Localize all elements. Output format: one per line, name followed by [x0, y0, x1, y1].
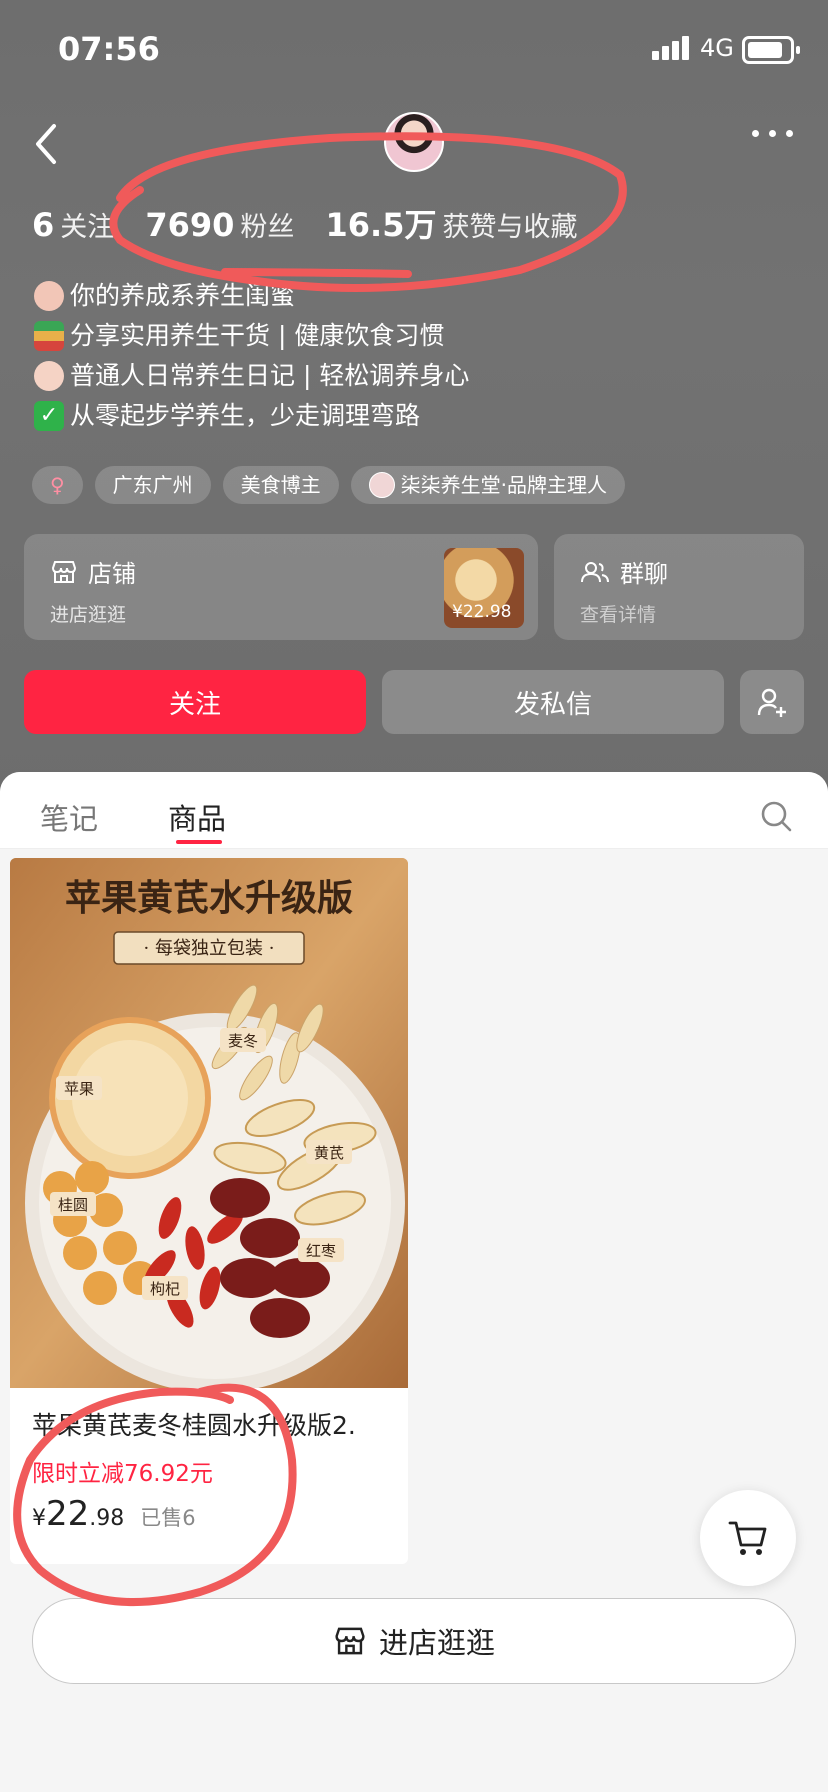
bunny-ears-emoji-icon: [34, 361, 64, 391]
back-icon[interactable]: [30, 120, 70, 168]
category-tag: 美食博主: [222, 466, 339, 504]
ingredient-label: 苹果: [64, 1080, 94, 1098]
checkmark-emoji-icon: ✓: [34, 401, 64, 431]
more-icon[interactable]: [752, 128, 794, 140]
status-bar: 07:56 4G: [0, 0, 828, 100]
store-icon: [51, 560, 77, 583]
ingredient-label: 枸杞: [150, 1280, 180, 1298]
group-card-title: 群聊: [580, 554, 668, 589]
store-icon: [335, 1627, 365, 1655]
brand-tag[interactable]: 柒柒养生堂·品牌主理人: [350, 466, 626, 504]
ingredient-label: 红枣: [306, 1242, 336, 1260]
stat-followers[interactable]: 7690 粉丝: [145, 205, 294, 244]
tab-indicator: [176, 840, 222, 844]
search-icon[interactable]: [760, 800, 792, 832]
profile-bio: 你的养成系养生闺蜜 分享实用养生干货 | 健康饮食习惯 普通人日常养生日记 | …: [34, 276, 469, 436]
shop-card-title: 店铺: [50, 554, 136, 589]
books-emoji-icon: [34, 321, 64, 351]
add-friend-button[interactable]: [740, 670, 804, 734]
shop-thumbnail: ¥22.98: [444, 548, 524, 628]
avatar[interactable]: [384, 112, 444, 172]
bio-line: ✓ 从零起步学养生，少走调理弯路: [34, 396, 469, 436]
tab-bar: 笔记 商品: [0, 772, 828, 849]
tab-products[interactable]: 商品: [168, 796, 226, 838]
product-promo: 限时立减76.92元: [32, 1461, 213, 1487]
ingredient-label: 黄芪: [314, 1144, 344, 1162]
stat-following[interactable]: 6 关注: [32, 205, 114, 244]
signal-icon: [652, 34, 694, 60]
status-time: 07:56: [58, 30, 160, 68]
add-user-icon: [757, 688, 786, 717]
follow-button[interactable]: 关注: [24, 670, 366, 734]
message-button[interactable]: 发私信: [382, 670, 724, 734]
cart-button[interactable]: [700, 1490, 796, 1586]
cart-icon: [728, 1521, 767, 1555]
woman-emoji-icon: [34, 281, 64, 311]
location-tag: 广东广州: [94, 466, 211, 504]
brand-avatar: [368, 472, 395, 498]
group-chat-card[interactable]: 群聊 查看详情: [554, 534, 804, 640]
shop-card[interactable]: 店铺 进店逛逛 ¥22.98: [24, 534, 538, 640]
ingredient-label: 麦冬: [228, 1032, 258, 1050]
ingredient-label: 桂圆: [58, 1196, 88, 1214]
bio-line: 你的养成系养生闺蜜: [34, 276, 469, 316]
enter-shop-button[interactable]: 进店逛逛: [32, 1598, 796, 1684]
product-title: 苹果黄芪麦冬桂圆水升级版2.: [32, 1411, 356, 1440]
image-subtitle: · 每袋独立包装 ·: [144, 938, 275, 959]
bio-line: 分享实用养生干货 | 健康饮食习惯: [34, 316, 469, 356]
stat-likes[interactable]: 16.5万 获赞与收藏: [326, 200, 578, 246]
product-card[interactable]: 苹果黄芪水升级版 · 每袋独立包装 · 苹果 麦冬 黄芪 桂圆 枸杞 红枣 苹果…: [10, 858, 408, 1564]
battery-icon: [742, 36, 800, 64]
profile-stats: 6 关注 7690 粉丝 16.5万 获赞与收藏: [32, 200, 603, 246]
product-price: ¥ 22 .98 已售6: [32, 1494, 196, 1534]
product-image: 苹果黄芪水升级版 · 每袋独立包装 · 苹果 麦冬 黄芪 桂圆 枸杞 红枣: [10, 858, 408, 1388]
product-sold: 已售6: [140, 1506, 196, 1530]
group-icon: [581, 561, 609, 582]
profile-tags: ♀ 广东广州 美食博主 柒柒养生堂·品牌主理人: [32, 466, 626, 504]
network-label: 4G: [700, 34, 734, 62]
profile-header: 07:56 4G 6 关注 7690 粉丝 16.5万 获赞与收藏 你的养成系养生闺蜜…: [0, 0, 828, 800]
bio-line: 普通人日常养生日记 | 轻松调养身心: [34, 356, 469, 396]
shop-card-subtitle: 进店逛逛: [50, 604, 127, 626]
image-title: 苹果黄芪水升级版: [65, 877, 353, 919]
tab-notes[interactable]: 笔记: [40, 796, 98, 838]
gender-tag: ♀: [32, 466, 83, 504]
group-card-subtitle: 查看详情: [580, 604, 657, 626]
